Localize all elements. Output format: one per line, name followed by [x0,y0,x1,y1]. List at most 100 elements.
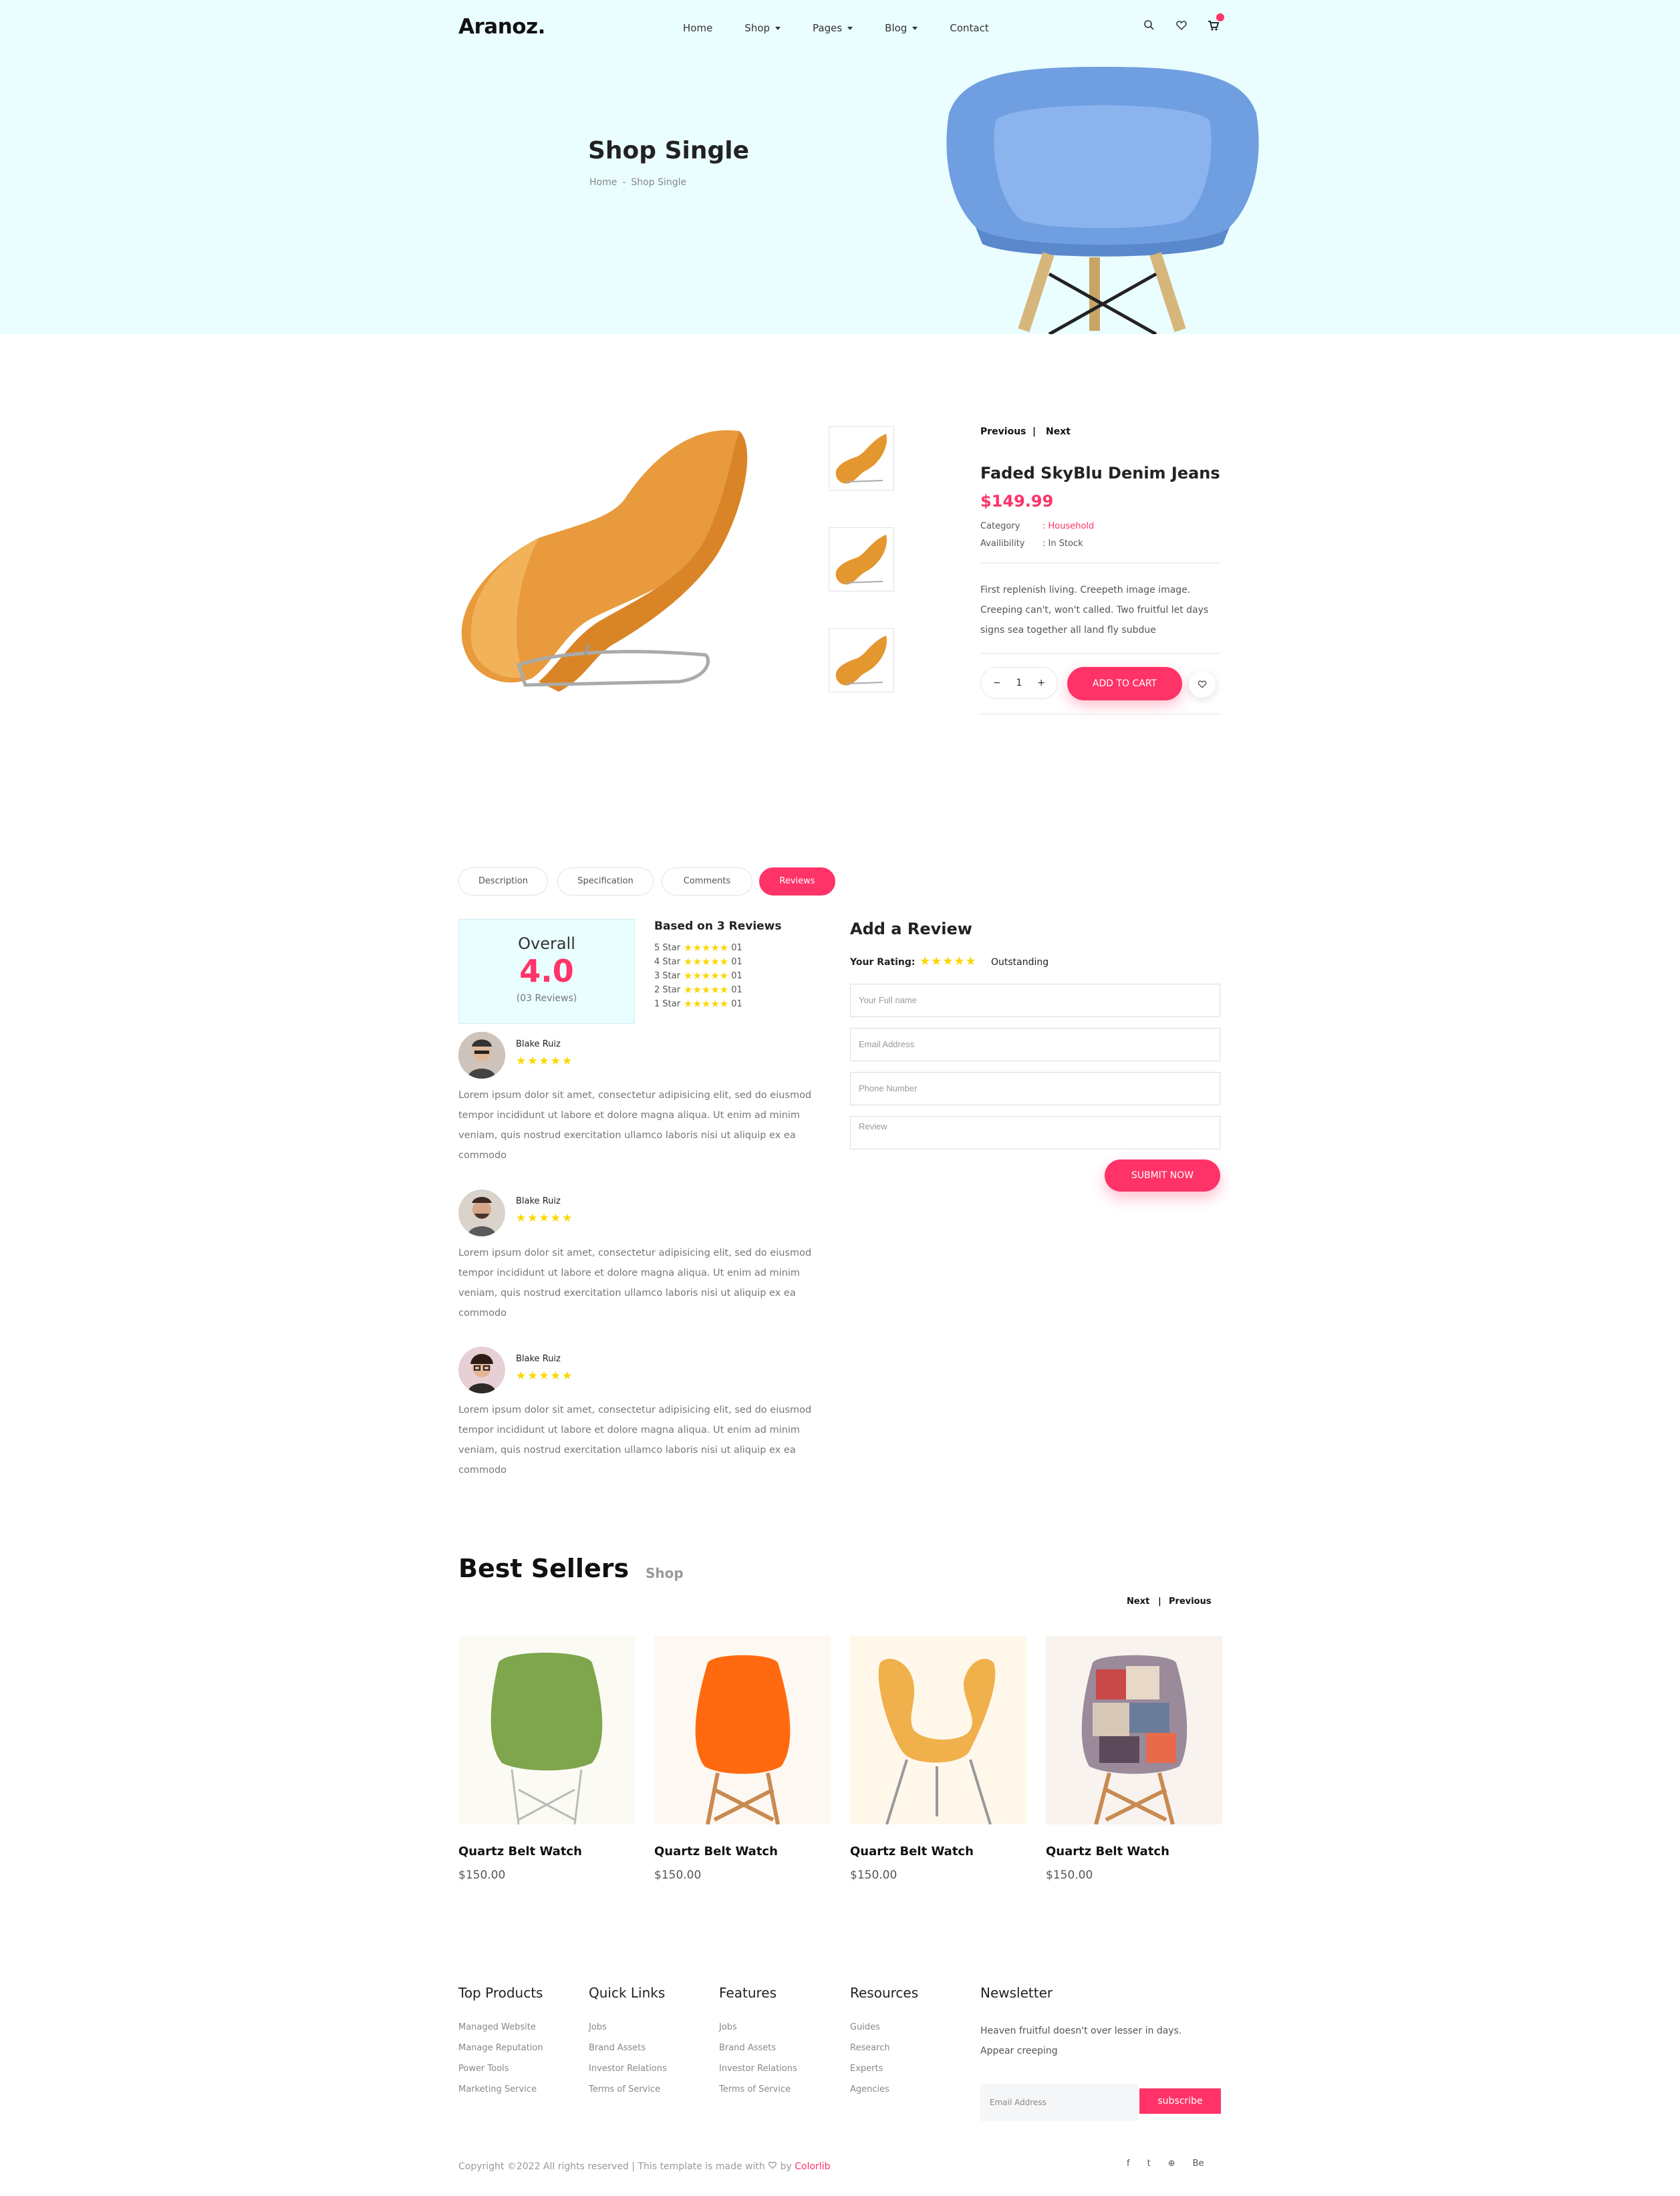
chevron-down-icon [847,26,853,30]
overall-review-count: (03 Reviews) [516,993,577,1004]
overall-rating-value: 4.0 [519,953,574,989]
footer-link[interactable]: Terms of Service [719,2084,791,2094]
subscribe-button[interactable]: subscribe [1139,2088,1221,2114]
star-row-label: 3 Star [654,970,681,981]
qty-decrease-button[interactable]: − [993,678,1001,688]
product-card-image[interactable] [1046,1636,1222,1824]
star-breakdown-row: 4 Star ★★★★★ 01 [654,956,742,968]
review-textarea[interactable]: Review [850,1116,1220,1149]
reviewer-stars: ★★★★★ [516,1369,574,1383]
behance-icon[interactable]: Be [1193,2159,1204,2169]
reviewer-name: Blake Ruiz [516,1196,561,1206]
footer-link[interactable]: Experts [850,2064,883,2074]
wishlist-button[interactable] [1189,671,1216,698]
footer-link[interactable]: Investor Relations [589,2064,667,2074]
brand-logo[interactable]: Aranoz. [458,15,545,39]
reviewer-name: Blake Ruiz [516,1039,561,1049]
heart-icon[interactable] [1175,19,1188,32]
product-card-name[interactable]: Quartz Belt Watch [850,1844,974,1859]
copyright-by: by [780,2161,792,2172]
product-card-image[interactable] [654,1636,831,1824]
hero-chair-image [946,67,1259,334]
prev-product-link[interactable]: Previous [980,426,1026,437]
breadcrumb: Home - Shop Single [589,177,686,188]
search-icon[interactable] [1143,19,1156,32]
next-product-link[interactable]: Next [1046,426,1071,437]
footer-link[interactable]: Jobs [719,2022,737,2032]
globe-icon[interactable]: ⊕ [1168,2159,1175,2169]
star-breakdown-row: 2 Star ★★★★★ 01 [654,984,742,996]
full-name-field[interactable]: Your Full name [850,984,1220,1017]
hero-banner: Aranoz. Home Shop Pages Blog Contact Sho… [0,0,1680,334]
carousel-previous[interactable]: Previous [1169,1597,1212,1607]
footer-link[interactable]: Power Tools [458,2064,509,2074]
product-thumbnail[interactable] [829,527,894,591]
main-nav: Home Shop Pages Blog Contact [683,20,1021,36]
qty-increase-button[interactable]: + [1037,678,1045,688]
avatar [458,1190,505,1236]
footer-link[interactable]: Managed Website [458,2022,536,2032]
reviewer-stars: ★★★★★ [516,1212,574,1225]
facebook-icon[interactable]: f [1127,2159,1130,2169]
copyright: Copyright ©2022 All rights reserved | Th… [458,2161,830,2172]
product-card-image[interactable] [458,1636,635,1824]
page-title: Shop Single [588,137,750,164]
cart-icon[interactable] [1207,13,1224,32]
star-row-count: 01 [731,998,742,1009]
star-icons: ★★★★★ [684,969,729,982]
category-label: Category [980,521,1020,531]
colorlib-link[interactable]: Colorlib [795,2161,830,2172]
star-breakdown-row: 1 Star ★★★★★ 01 [654,998,742,1010]
footer-link[interactable]: Terms of Service [589,2084,660,2094]
product-card-name[interactable]: Quartz Belt Watch [458,1844,582,1859]
product-main-image [461,430,748,692]
qty-value[interactable]: 1 [1016,678,1022,688]
add-to-cart-button[interactable]: ADD TO CART [1067,667,1182,700]
footer-link[interactable]: Marketing Service [458,2084,537,2094]
footer-link[interactable]: Research [850,2043,890,2053]
tab-specification[interactable]: Specification [557,867,654,896]
footer-link[interactable]: Guides [850,2022,880,2032]
nav-home-label: Home [683,22,713,34]
nav-contact[interactable]: Contact [950,20,988,36]
nav-pages[interactable]: Pages [813,20,853,36]
nav-home[interactable]: Home [683,20,712,36]
divider [980,653,1221,654]
footer-link[interactable]: Agencies [850,2084,889,2094]
product-thumbnail[interactable] [829,426,894,491]
copyright-text: Copyright ©2022 All rights reserved | Th… [458,2161,765,2172]
email-field[interactable]: Email Address [850,1028,1220,1061]
avatar [458,1347,505,1393]
reviewer-name: Blake Ruiz [516,1354,561,1364]
nav-shop[interactable]: Shop [744,20,781,36]
breadcrumb-home[interactable]: Home [589,177,617,188]
nav-blog[interactable]: Blog [885,20,918,36]
product-card-name[interactable]: Quartz Belt Watch [654,1844,778,1859]
availability-label: Availibility [980,539,1025,549]
product-card-image[interactable] [850,1636,1026,1824]
nav-contact-label: Contact [950,22,989,34]
category-value[interactable]: : Household [1042,521,1094,531]
footer-link[interactable]: Brand Assets [719,2043,776,2053]
submit-review-button[interactable]: SUBMIT NOW [1105,1159,1220,1192]
twitter-icon[interactable]: t [1147,2159,1151,2169]
tab-reviews[interactable]: Reviews [759,867,835,896]
carousel-next[interactable]: Next [1127,1597,1149,1607]
footer-link[interactable]: Brand Assets [589,2043,646,2053]
cart-count-badge [1216,13,1224,21]
overall-rating-box: Overall 4.0 (03 Reviews) [458,919,635,1024]
phone-field[interactable]: Phone Number [850,1072,1220,1105]
best-sellers-shop-link[interactable]: Shop [646,1565,684,1581]
product-card-price: $150.00 [850,1869,897,1882]
newsletter-email-input[interactable]: Email Address [980,2084,1138,2121]
tab-description[interactable]: Description [458,867,548,896]
rating-star-input[interactable]: ★★★★★ [920,954,977,968]
footer-link[interactable]: Manage Reputation [458,2043,543,2053]
footer-link[interactable]: Jobs [589,2022,607,2032]
footer-link[interactable]: Investor Relations [719,2064,797,2074]
product-thumbnail[interactable] [829,628,894,692]
review-text: Lorem ipsum dolor sit amet, consectetur … [458,1090,812,1161]
tab-comments[interactable]: Comments [662,867,752,896]
nav-shop-label: Shop [744,22,771,34]
product-card-name[interactable]: Quartz Belt Watch [1046,1844,1169,1859]
